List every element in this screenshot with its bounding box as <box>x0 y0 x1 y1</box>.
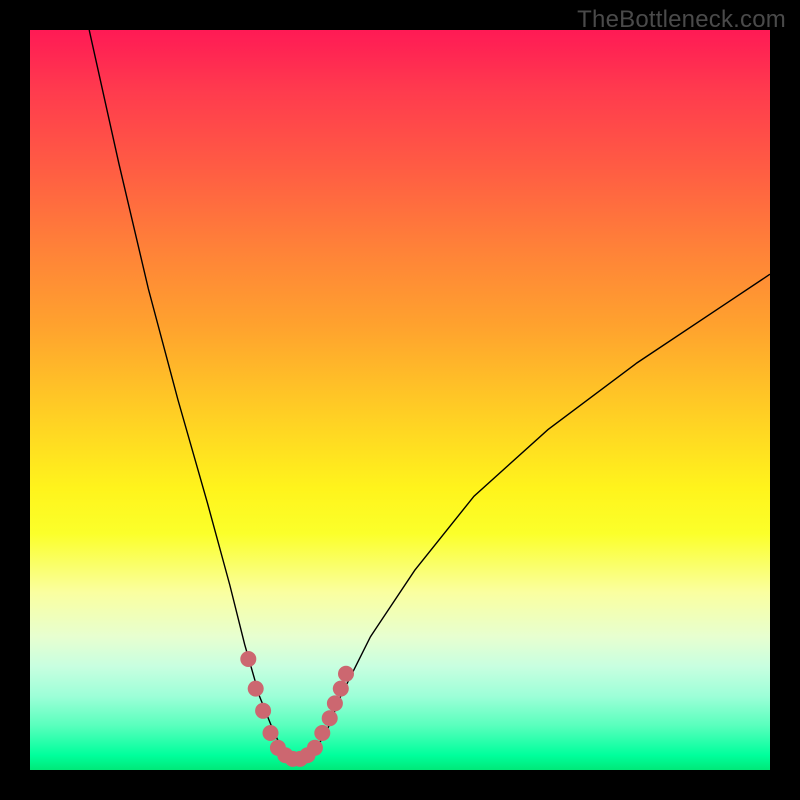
plot-area <box>30 30 770 770</box>
highlight-dots <box>240 651 354 767</box>
curve-svg <box>30 30 770 770</box>
bottleneck-curve <box>89 30 770 763</box>
highlight-dot <box>322 710 338 726</box>
highlight-dot <box>314 725 330 741</box>
highlight-dot <box>307 740 323 756</box>
highlight-dot <box>248 681 264 697</box>
highlight-dot <box>255 703 271 719</box>
highlight-dot <box>333 681 349 697</box>
highlight-dot <box>263 725 279 741</box>
highlight-dot <box>327 695 343 711</box>
chart-frame: TheBottleneck.com <box>0 0 800 800</box>
highlight-dot <box>338 666 354 682</box>
watermark-text: TheBottleneck.com <box>577 6 786 34</box>
highlight-dot <box>240 651 256 667</box>
